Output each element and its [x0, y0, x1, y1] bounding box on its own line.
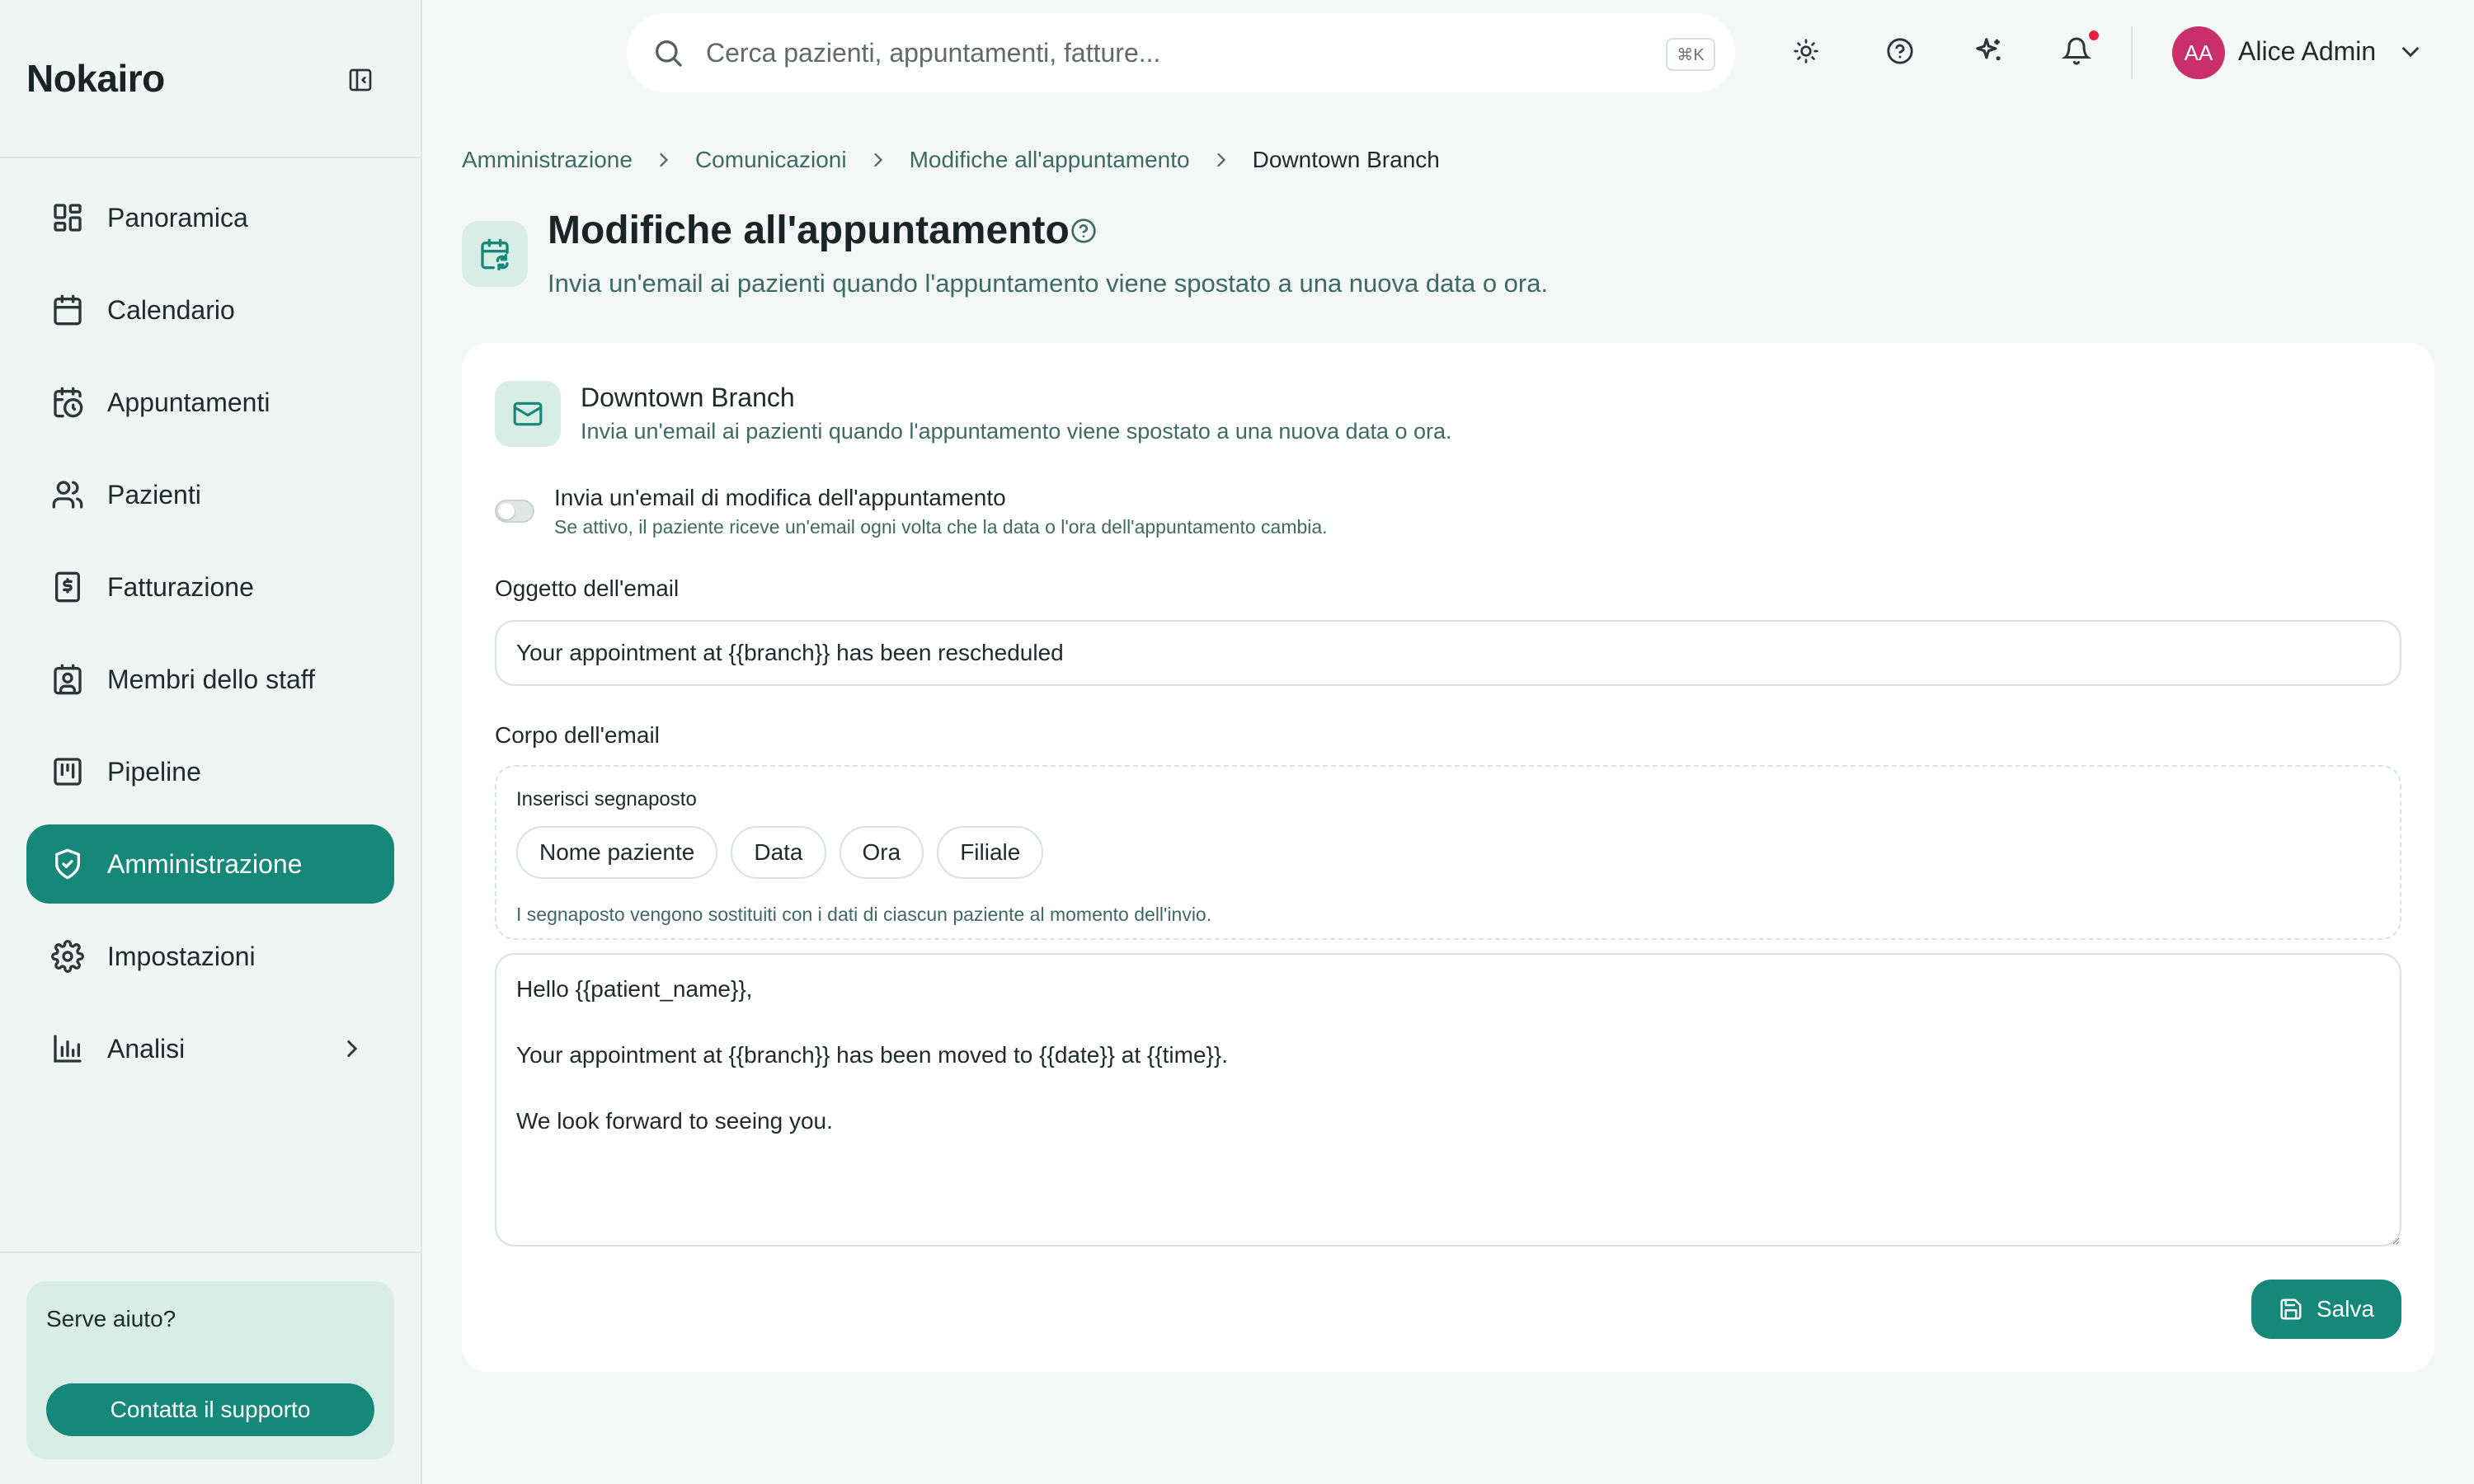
calendar-icon — [54, 294, 82, 326]
sidebar-item-pazienti[interactable]: Pazienti — [26, 455, 394, 534]
search-shortcut-badge: ⌘K — [1666, 38, 1715, 71]
placeholder-chip-time[interactable]: Ora — [839, 826, 924, 879]
save-button[interactable]: Salva — [2251, 1280, 2401, 1339]
bell-icon — [2062, 37, 2091, 65]
chevron-right-icon — [660, 153, 669, 167]
email-body-textarea[interactable] — [495, 953, 2401, 1247]
sun-icon — [1794, 39, 1818, 63]
help-title: Serve aiuto? — [46, 1306, 176, 1331]
sidebar-item-label: Appuntamenti — [107, 387, 270, 417]
sidebar-item-impostazioni[interactable]: Impostazioni — [26, 917, 394, 996]
sidebar-item-label: Fatturazione — [107, 571, 254, 602]
brand-logo[interactable]: Nokairo — [26, 56, 165, 101]
placeholder-chip-patient-name[interactable]: Nome paziente — [516, 826, 718, 879]
help-card: Serve aiuto? Contatta il supporto — [26, 1281, 394, 1459]
contact-support-button[interactable]: Contatta il supporto — [46, 1383, 374, 1436]
sidebar-footer: Serve aiuto? Contatta il supporto — [0, 1252, 421, 1484]
shield-check-icon — [55, 848, 81, 880]
sidebar-item-fatturazione[interactable]: Fatturazione — [26, 547, 394, 627]
sidebar-item-calendario[interactable]: Calendario — [26, 270, 394, 350]
chevron-right-icon — [873, 153, 882, 167]
toggle-help-text: Se attivo, il paziente riceve un'email o… — [554, 516, 1328, 538]
page-title: Modifiche all'appuntamento — [548, 209, 1070, 252]
sidebar-item-pipeline[interactable]: Pipeline — [26, 732, 394, 811]
save-icon — [2280, 1298, 2302, 1320]
sidebar-item-panoramica[interactable]: Panoramica — [26, 178, 394, 257]
kanban-icon — [54, 758, 82, 786]
placeholder-panel: Inserisci segnaposto Nome paziente Data … — [495, 765, 2401, 940]
ai-assistant-button[interactable] — [1971, 33, 2007, 69]
help-circle-icon — [1887, 38, 1913, 64]
sidebar-item-label: Pipeline — [107, 756, 201, 787]
help-button[interactable] — [1882, 33, 1918, 69]
page-icon — [462, 221, 528, 287]
sparkles-icon — [1976, 38, 2001, 61]
avatar[interactable]: AA — [2172, 26, 2225, 79]
breadcrumb-link[interactable]: Amministrazione — [462, 147, 633, 173]
subject-input[interactable] — [495, 620, 2401, 686]
sidebar-header: Nokairo — [0, 0, 421, 158]
mail-icon — [513, 402, 543, 426]
contact-badge-icon — [54, 664, 82, 695]
theme-toggle-button[interactable] — [1788, 33, 1824, 69]
chevron-right-icon — [1216, 153, 1225, 167]
sidebar-item-staff[interactable]: Membri dello staff — [26, 640, 394, 719]
sidebar-item-label: Pazienti — [107, 479, 201, 510]
sidebar-item-label: Calendario — [107, 294, 235, 325]
calendar-sync-icon — [481, 238, 509, 270]
sidebar-item-label: Amministrazione — [107, 848, 303, 879]
global-search: ⌘K — [627, 13, 1735, 92]
sidebar-item-label: Impostazioni — [107, 941, 256, 971]
breadcrumb-link[interactable]: Comunicazioni — [695, 147, 847, 173]
toggle-knob — [498, 503, 515, 519]
body-label: Corpo dell'email — [495, 722, 660, 748]
notification-dot — [2087, 29, 2100, 42]
sidebar-item-analisi[interactable]: Analisi — [26, 1009, 394, 1088]
search-input[interactable] — [706, 31, 1531, 74]
help-circle-icon[interactable] — [1070, 218, 1097, 244]
toggle-label: Invia un'email di modifica dell'appuntam… — [554, 485, 1006, 510]
sidebar-item-appuntamenti[interactable]: Appuntamenti — [26, 363, 394, 442]
subject-label: Oggetto dell'email — [495, 575, 680, 601]
email-toggle-switch[interactable] — [495, 500, 534, 523]
sidebar-item-label: Analisi — [107, 1033, 186, 1064]
chevron-down-icon[interactable] — [2396, 38, 2425, 66]
panel-collapse-icon — [349, 68, 372, 92]
gear-icon — [51, 940, 84, 973]
placeholder-hint: I segnaposto vengono sostituiti con i da… — [516, 904, 1212, 925]
layout-dashboard-icon — [54, 204, 82, 232]
breadcrumb-link[interactable]: Modifiche all'appuntamento — [910, 147, 1190, 173]
breadcrumb-current: Downtown Branch — [1252, 147, 1440, 172]
topbar-divider — [2131, 26, 2133, 79]
sidebar-item-amministrazione[interactable]: Amministrazione — [26, 824, 394, 904]
placeholder-chip-date[interactable]: Data — [731, 826, 826, 879]
email-settings-card: Downtown Branch Invia un'email ai pazien… — [462, 343, 2434, 1372]
sidebar-item-label: Membri dello staff — [107, 664, 315, 694]
breadcrumb: Amministrazione Comunicazioni Modifiche … — [462, 147, 1440, 173]
search-icon — [656, 40, 682, 67]
calendar-clock-icon — [54, 387, 83, 418]
save-label: Salva — [2316, 1296, 2375, 1322]
sidebar: Nokairo Panoramica Calendario Appuntamen… — [0, 0, 422, 1484]
sidebar-collapse-button[interactable] — [345, 64, 376, 96]
placeholder-chip-branch[interactable]: Filiale — [937, 826, 1044, 879]
card-description: Invia un'email ai pazienti quando l'appu… — [581, 419, 1452, 444]
card-icon — [495, 381, 561, 447]
user-name[interactable]: Alice Admin — [2238, 36, 2376, 67]
placeholder-title: Inserisci segnaposto — [516, 788, 697, 810]
sidebar-nav: Panoramica Calendario Appuntamenti Pazie… — [26, 178, 394, 1101]
bar-chart-icon — [54, 1035, 82, 1063]
page-subtitle: Invia un'email ai pazienti quando l'appu… — [548, 269, 1549, 298]
users-icon — [52, 481, 83, 509]
placeholder-chips: Nome paziente Data Ora Filiale — [516, 826, 1056, 879]
chevron-right-icon — [347, 1040, 358, 1057]
receipt-dollar-icon — [55, 571, 80, 603]
card-title: Downtown Branch — [581, 383, 795, 412]
sidebar-item-label: Panoramica — [107, 202, 248, 232]
